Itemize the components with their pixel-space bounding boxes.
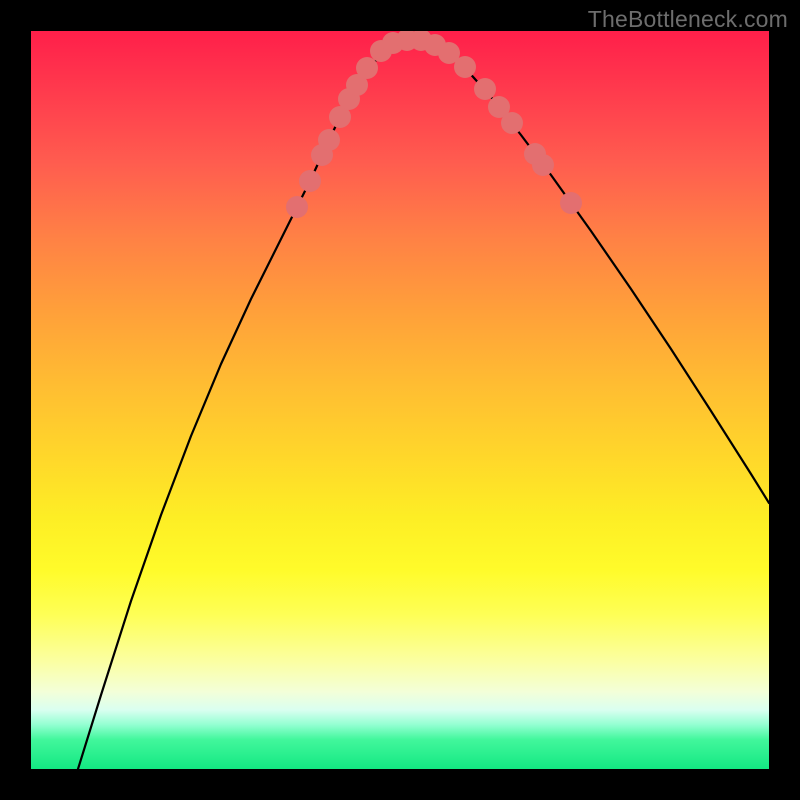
watermark-text: TheBottleneck.com [588,6,788,33]
highlight-dots [286,31,582,218]
chart-frame: TheBottleneck.com [0,0,800,800]
bottleneck-curve [78,40,769,769]
plot-area [31,31,769,769]
chart-svg [31,31,769,769]
